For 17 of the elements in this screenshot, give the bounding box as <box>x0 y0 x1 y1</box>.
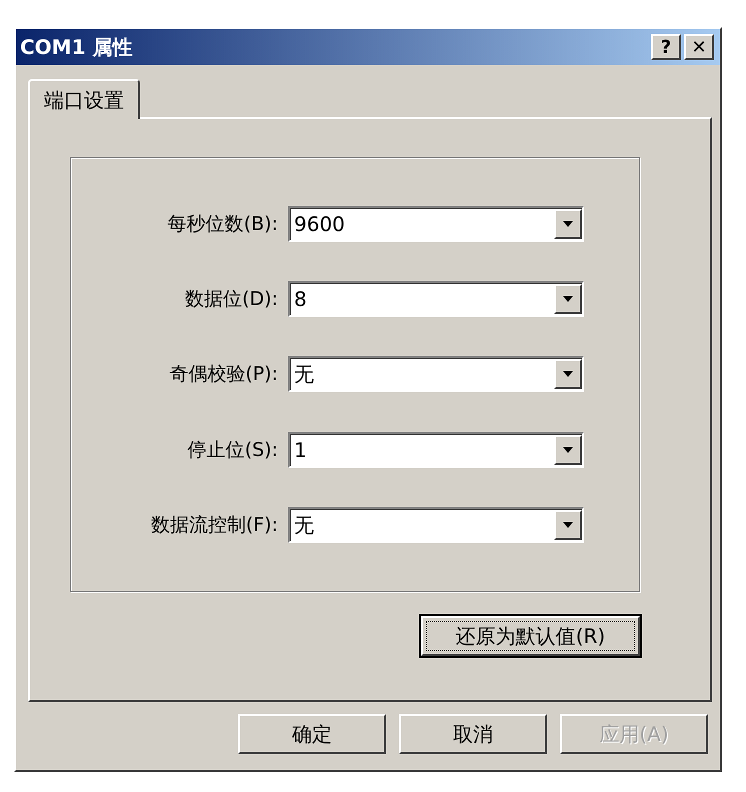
dropdown-field[interactable]: 1 <box>288 432 584 468</box>
window-title: COM1 属性 <box>20 34 132 60</box>
dropdown-field[interactable]: 9600 <box>288 206 584 242</box>
dialog-button[interactable]: 确定 <box>238 714 386 754</box>
restore-defaults-button[interactable]: 还原为默认值(R) <box>421 616 640 656</box>
dropdown-field[interactable]: 无 <box>288 507 584 544</box>
close-button[interactable]: ✕ <box>684 34 714 60</box>
dialog-button[interactable]: 取消 <box>399 714 547 754</box>
field-label: 数据位(D): <box>184 287 279 312</box>
dropdown-field[interactable]: 8 <box>288 281 584 318</box>
tab[interactable]: 端口设置 <box>28 79 140 119</box>
field-label: 奇偶校验(P): <box>168 362 279 388</box>
field-label: 停止位(S): <box>186 438 279 463</box>
help-button[interactable]: ? <box>651 34 681 60</box>
field-label: 数据流控制(F): <box>150 513 279 538</box>
dropdown-field[interactable]: 无 <box>288 356 584 392</box>
field-label: 每秒位数(B): <box>166 212 279 237</box>
